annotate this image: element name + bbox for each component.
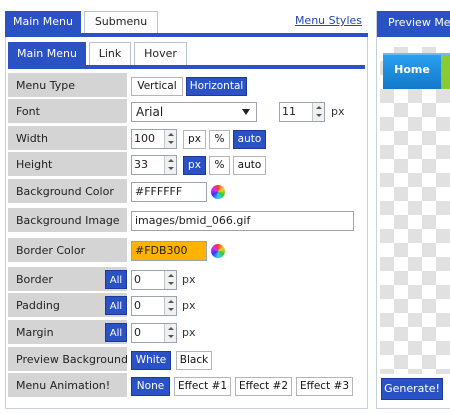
padding-label-text: Padding — [16, 299, 60, 312]
generate-button[interactable]: Generate! — [381, 378, 443, 400]
background-color-label: Background Color — [8, 179, 127, 204]
sub-tab-bar: Main Menu Link Hover — [8, 42, 365, 69]
preview-panel: Preview Menu Home Generate! — [376, 11, 450, 409]
subtab-hover[interactable]: Hover — [134, 42, 187, 65]
animation-effect3-button[interactable]: Effect #3 — [296, 377, 353, 396]
row-height: Height 33 px % auto — [8, 152, 365, 177]
background-image-input[interactable]: images/bmid_066.gif — [131, 211, 354, 231]
row-padding: Padding All 0 px — [8, 293, 365, 318]
tab-submenu[interactable]: Submenu — [84, 11, 158, 33]
font-select-value: Arial — [136, 105, 164, 119]
border-label-text: Border — [16, 273, 53, 286]
border-color-input[interactable]: #FDB300 — [131, 241, 207, 261]
menu-type-vertical-button[interactable]: Vertical — [131, 77, 183, 96]
background-color-input[interactable]: #FFFFFF — [131, 182, 207, 202]
top-tab-bar: Main Menu Submenu Menu Styles — [5, 11, 368, 37]
menu-styles-link[interactable]: Menu Styles — [295, 14, 362, 27]
animation-effect2-button[interactable]: Effect #2 — [235, 377, 292, 396]
height-value: 33 — [134, 158, 148, 171]
preview-menu-bar: Home — [383, 53, 450, 89]
height-percent-button[interactable]: % — [209, 156, 230, 175]
font-size-value: 11 — [282, 105, 296, 118]
width-stepper[interactable]: 100 — [131, 129, 177, 149]
row-width: Width 100 px % auto — [8, 126, 365, 151]
spin-arrows-icon[interactable] — [164, 271, 176, 289]
padding-value: 0 — [134, 299, 141, 312]
border-stepper[interactable]: 0 — [131, 270, 177, 290]
width-auto-button[interactable]: auto — [233, 130, 266, 149]
spin-arrows-icon[interactable] — [164, 297, 176, 315]
row-background-color: Background Color #FFFFFF — [8, 179, 365, 204]
preview-header: Preview Menu — [377, 11, 450, 37]
border-label: Border All — [8, 267, 127, 292]
subtab-link[interactable]: Link — [89, 42, 131, 65]
preview-bg-white-button[interactable]: White — [131, 351, 171, 370]
animation-effect1-button[interactable]: Effect #1 — [174, 377, 231, 396]
row-margin: Margin All 0 px — [8, 320, 365, 345]
menu-type-horizontal-button[interactable]: Horizontal — [186, 77, 247, 96]
border-unit: px — [182, 273, 196, 286]
width-label: Width — [8, 126, 127, 151]
preview-next-item[interactable] — [441, 55, 450, 89]
tab-main-menu[interactable]: Main Menu — [5, 11, 81, 33]
animation-none-button[interactable]: None — [131, 377, 170, 396]
font-size-unit: px — [331, 105, 345, 118]
width-percent-button[interactable]: % — [209, 130, 230, 149]
menu-type-label: Menu Type — [8, 73, 127, 98]
preview-bg-black-button[interactable]: Black — [176, 351, 212, 370]
width-px-button[interactable]: px — [183, 130, 206, 149]
preview-background-label: Preview Background — [8, 347, 128, 372]
row-border-color: Border Color #FDB300 — [8, 238, 365, 263]
spin-arrows-icon[interactable] — [164, 324, 176, 342]
border-value: 0 — [134, 273, 141, 286]
margin-value: 0 — [134, 326, 141, 339]
margin-stepper[interactable]: 0 — [131, 323, 177, 343]
font-size-stepper[interactable]: 11 — [279, 102, 325, 122]
padding-unit: px — [182, 299, 196, 312]
spin-arrows-icon[interactable] — [164, 130, 176, 148]
width-value: 100 — [134, 132, 155, 145]
subtab-main-menu[interactable]: Main Menu — [8, 42, 86, 65]
border-all-button[interactable]: All — [105, 270, 127, 289]
margin-label: Margin All — [8, 320, 127, 345]
color-picker-icon[interactable] — [211, 244, 225, 258]
padding-stepper[interactable]: 0 — [131, 296, 177, 316]
border-color-label: Border Color — [8, 238, 127, 263]
padding-label: Padding All — [8, 293, 127, 318]
preview-bottom-border — [377, 405, 450, 409]
preview-canvas — [380, 47, 450, 374]
settings-body: Main Menu Link Hover Menu Type Vertical … — [5, 37, 368, 409]
spin-arrows-icon[interactable] — [164, 156, 176, 174]
row-font: Font Arial 11 px — [8, 99, 365, 124]
row-menu-animation: Menu Animation! None Effect #1 Effect #2… — [8, 373, 365, 398]
row-background-image: Background Image images/bmid_066.gif — [8, 208, 365, 233]
height-label: Height — [8, 152, 127, 177]
height-auto-button[interactable]: auto — [233, 156, 266, 175]
font-select[interactable]: Arial — [131, 102, 257, 122]
height-px-button[interactable]: px — [183, 156, 206, 175]
row-border: Border All 0 px — [8, 267, 365, 292]
color-picker-icon[interactable] — [211, 185, 225, 199]
margin-label-text: Margin — [16, 326, 54, 339]
spin-arrows-icon[interactable] — [312, 103, 324, 121]
height-stepper[interactable]: 33 — [131, 155, 177, 175]
row-menu-type: Menu Type Vertical Horizontal — [8, 73, 365, 98]
margin-all-button[interactable]: All — [105, 323, 127, 342]
chevron-down-icon — [242, 109, 250, 115]
menu-animation-label: Menu Animation! — [8, 373, 127, 398]
menu-settings-panel: Main Menu Submenu Menu Styles Main Menu … — [5, 11, 368, 409]
padding-all-button[interactable]: All — [105, 296, 127, 315]
margin-unit: px — [182, 326, 196, 339]
font-label: Font — [8, 99, 127, 124]
preview-home-item[interactable]: Home — [383, 55, 441, 89]
row-preview-background: Preview Background White Black — [8, 347, 365, 372]
background-image-label: Background Image — [8, 208, 127, 233]
